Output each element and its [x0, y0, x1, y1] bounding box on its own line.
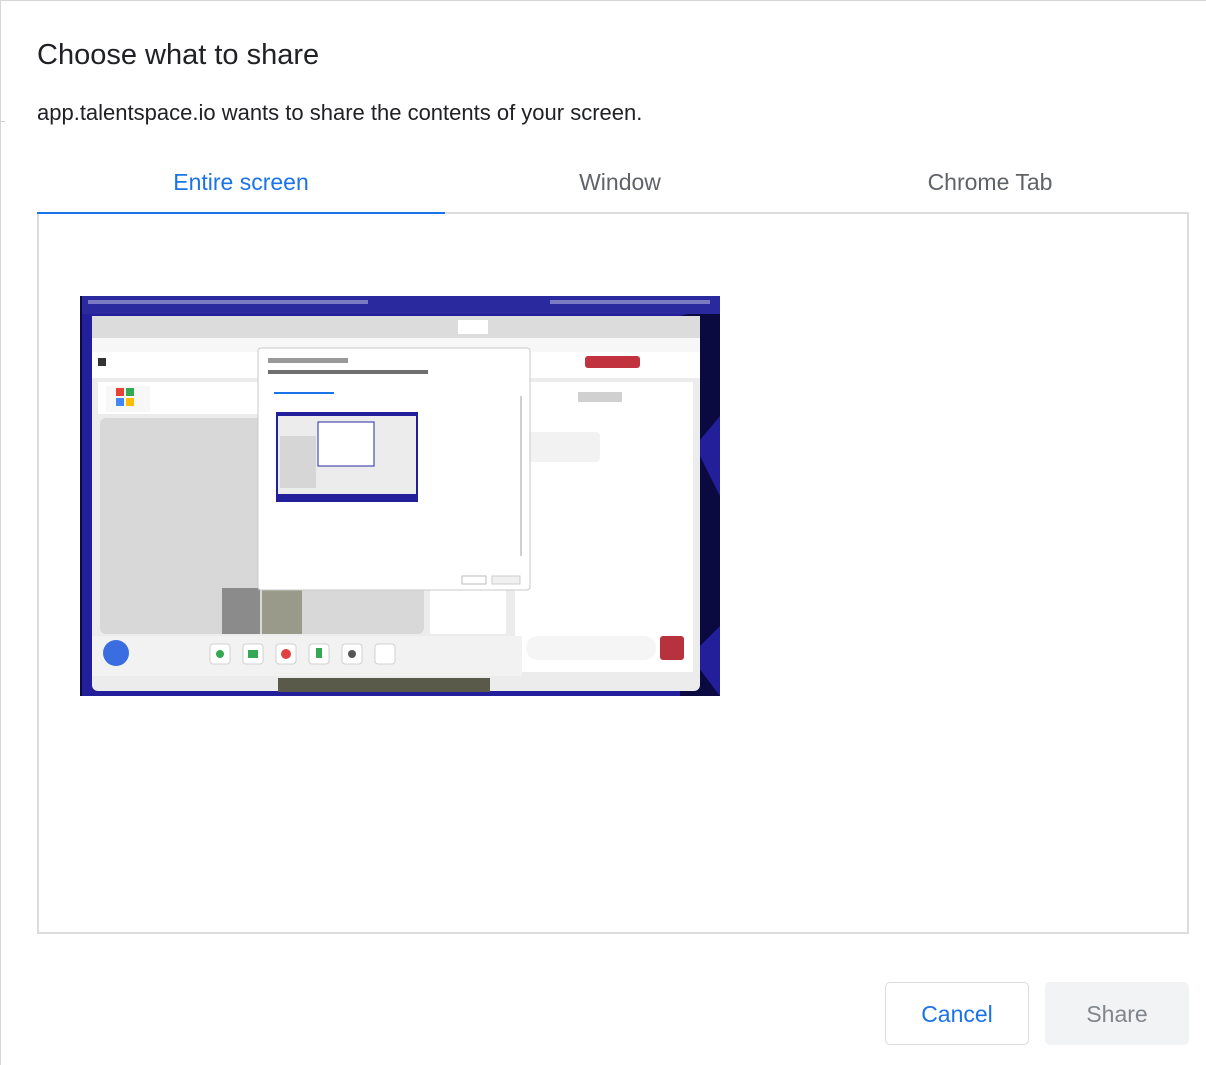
background-glyph	[1, 186, 4, 202]
background-divider	[1, 121, 5, 122]
tab-window[interactable]: Window	[445, 161, 795, 214]
tab-label: Chrome Tab	[927, 169, 1053, 195]
tab-label: Window	[579, 169, 661, 195]
source-list-panel	[37, 214, 1189, 934]
dialog-subtitle: app.talentspace.io wants to share the co…	[37, 100, 643, 125]
screen-preview-image	[80, 296, 720, 696]
dialog-title: Choose what to share	[37, 39, 320, 71]
source-tabs: Entire screen Window Chrome Tab	[37, 161, 1189, 216]
cancel-button[interactable]: Cancel	[885, 982, 1029, 1045]
tab-entire-screen[interactable]: Entire screen	[37, 161, 445, 216]
share-dialog: Choose what to share app.talentspace.io …	[0, 0, 1206, 1065]
share-button[interactable]: Share	[1045, 982, 1189, 1045]
tab-label: Entire screen	[173, 169, 309, 195]
entire-screen-thumbnail[interactable]	[80, 296, 720, 696]
tab-chrome-tab[interactable]: Chrome Tab	[795, 161, 1185, 214]
